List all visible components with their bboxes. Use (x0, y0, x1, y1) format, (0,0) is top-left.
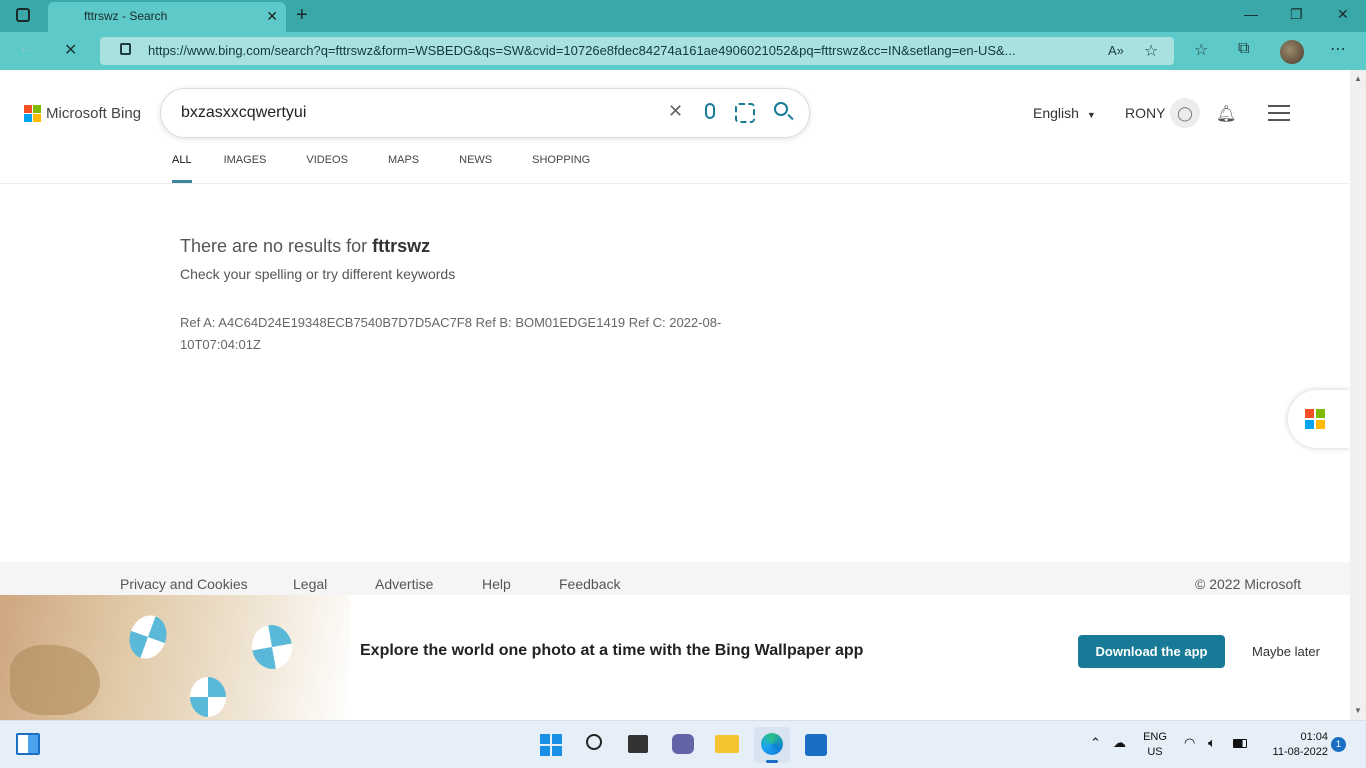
search-icon-handle (787, 113, 794, 121)
battery-icon[interactable] (1233, 739, 1247, 748)
search-taskbar-icon[interactable] (586, 734, 602, 750)
widgets-icon[interactable] (16, 733, 40, 755)
logo-square-yellow (33, 114, 41, 122)
edge-logo (761, 733, 783, 755)
notifications-icon[interactable]: 🔔︎ (1216, 104, 1236, 124)
wallpaper-app-banner: Explore the world one photo at a time wi… (0, 595, 1350, 720)
user-name[interactable]: RONY (1125, 105, 1165, 121)
close-window-icon[interactable]: ✕ (1337, 6, 1349, 23)
tab-shopping[interactable]: SHOPPING (532, 154, 590, 183)
more-options-icon[interactable]: ⋯ (1330, 39, 1346, 59)
user-icon[interactable]: ◯ (1170, 98, 1200, 128)
search-input[interactable]: bxzasxxcqwertyui (181, 104, 306, 122)
microsoft-365-icon (1305, 409, 1325, 429)
microphone-icon[interactable] (705, 103, 715, 119)
minimize-icon[interactable]: — (1244, 6, 1258, 22)
logo-square-blue (24, 114, 32, 122)
wifi-icon[interactable]: ◠ (1184, 735, 1195, 751)
header-divider (0, 183, 1350, 184)
language-label: English (1033, 105, 1079, 121)
teams-chat-icon[interactable] (672, 734, 694, 754)
umbrella-shape (123, 610, 173, 664)
clock[interactable]: 01:04 11-08-2022 (1258, 730, 1328, 760)
spelling-hint: Check your spelling or try different key… (180, 266, 456, 282)
collections-icon[interactable]: ⧉ (1238, 40, 1249, 58)
active-indicator (766, 760, 778, 763)
tab-news[interactable]: NEWS (459, 154, 492, 183)
lang-bottom: US (1147, 746, 1163, 758)
logo-square-green (33, 105, 41, 113)
lock-icon[interactable] (120, 43, 131, 55)
tab-actions-icon[interactable] (16, 8, 30, 22)
start-icon[interactable] (540, 734, 562, 756)
stop-loading-icon[interactable]: ✕ (64, 40, 77, 60)
umbrella-shape (190, 677, 226, 717)
page-content: Microsoft Bing bxzasxxcqwertyui ✕ Englis… (0, 70, 1350, 720)
copyright: © 2022 Microsoft (1195, 576, 1302, 592)
tab-maps[interactable]: MAPS (388, 154, 419, 183)
footer-help-link[interactable]: Help (482, 576, 511, 592)
maybe-later-button[interactable]: Maybe later (1252, 644, 1320, 659)
restore-icon[interactable]: ❐ (1290, 6, 1303, 23)
logo-text: Microsoft Bing (46, 105, 142, 122)
footer-legal-link[interactable]: Legal (293, 576, 327, 592)
footer: Privacy and Cookies Legal Advertise Help… (0, 562, 1350, 596)
banner-text: Explore the world one photo at a time wi… (360, 642, 864, 659)
no-results-query: fttrswz (372, 236, 431, 256)
read-aloud-icon[interactable]: A» (1108, 43, 1124, 58)
address-toolbar: ← ✕ https://www.bing.com/search?q=fttrsw… (0, 32, 1366, 70)
language-selector[interactable]: English ▼ (1033, 105, 1096, 121)
new-tab-icon[interactable]: + (296, 4, 308, 27)
store-icon[interactable] (805, 734, 827, 756)
profile-avatar[interactable] (1280, 40, 1304, 64)
logo-square-red (24, 105, 32, 113)
clock-date: 11-08-2022 (1272, 746, 1328, 758)
tab-close-icon[interactable]: ✕ (266, 8, 278, 25)
banner-photo (0, 595, 350, 720)
visual-search-icon[interactable] (735, 103, 755, 123)
footer-feedback-link[interactable]: Feedback (559, 576, 620, 592)
tab-images[interactable]: IMAGES (224, 154, 267, 183)
search-icon[interactable] (774, 102, 788, 116)
scrollbar[interactable]: ▲ ▼ (1350, 70, 1366, 720)
clear-search-icon[interactable]: ✕ (668, 101, 683, 122)
add-favorite-icon[interactable]: ☆ (1144, 41, 1158, 61)
footer-privacy-link[interactable]: Privacy and Cookies (120, 576, 248, 592)
tab-videos[interactable]: VIDEOS (306, 154, 348, 183)
menu-icon-middle (1268, 112, 1290, 114)
rock-shape (10, 645, 100, 715)
show-hidden-icons[interactable]: ⌃ (1090, 735, 1101, 751)
clock-time: 01:04 (1300, 731, 1328, 743)
scroll-down-icon[interactable]: ▼ (1354, 706, 1362, 715)
no-results-prefix: There are no results for (180, 236, 373, 256)
reference-code: Ref A: A4C64D24E19348ECB7540B7D7D5AC7F8 … (180, 315, 722, 352)
chevron-down-icon: ▼ (1086, 110, 1096, 120)
volume-icon[interactable]: 🔈︎ (1208, 735, 1216, 751)
notification-badge[interactable]: 1 (1331, 737, 1346, 752)
edge-icon[interactable] (754, 727, 790, 763)
umbrella-shape (248, 621, 296, 673)
office-sidebar-button[interactable] (1288, 390, 1350, 448)
address-bar[interactable]: https://www.bing.com/search?q=fttrswz&fo… (100, 37, 1174, 65)
task-view-icon[interactable] (628, 735, 648, 753)
favorites-icon[interactable]: ☆ (1194, 40, 1208, 60)
back-icon[interactable]: ← (18, 40, 34, 58)
tab-title: fttrswz - Search (84, 9, 168, 23)
language-indicator[interactable]: ENG US (1140, 730, 1170, 760)
lang-top: ENG (1143, 731, 1167, 743)
no-results-heading: There are no results for fttrswz (180, 236, 430, 257)
tab-active[interactable]: fttrswz - Search ✕ (48, 2, 286, 32)
taskbar: ⌃ ☁ ENG US ◠ 🔈︎ 01:04 11-08-2022 1 (0, 720, 1366, 768)
download-app-button[interactable]: Download the app (1078, 635, 1225, 668)
footer-advertise-link[interactable]: Advertise (375, 576, 433, 592)
tab-all[interactable]: ALL (172, 154, 192, 183)
search-box[interactable]: bxzasxxcqwertyui ✕ (160, 88, 810, 138)
url-text[interactable]: https://www.bing.com/search?q=fttrswz&fo… (148, 43, 1016, 58)
search-tabs: ALL IMAGES VIDEOS MAPS NEWS SHOPPING (172, 154, 630, 183)
onedrive-icon[interactable]: ☁ (1113, 735, 1126, 751)
file-explorer-icon[interactable] (715, 735, 739, 753)
scroll-up-icon[interactable]: ▲ (1354, 74, 1362, 83)
title-bar: fttrswz - Search ✕ + — ❐ ✕ (0, 0, 1366, 32)
